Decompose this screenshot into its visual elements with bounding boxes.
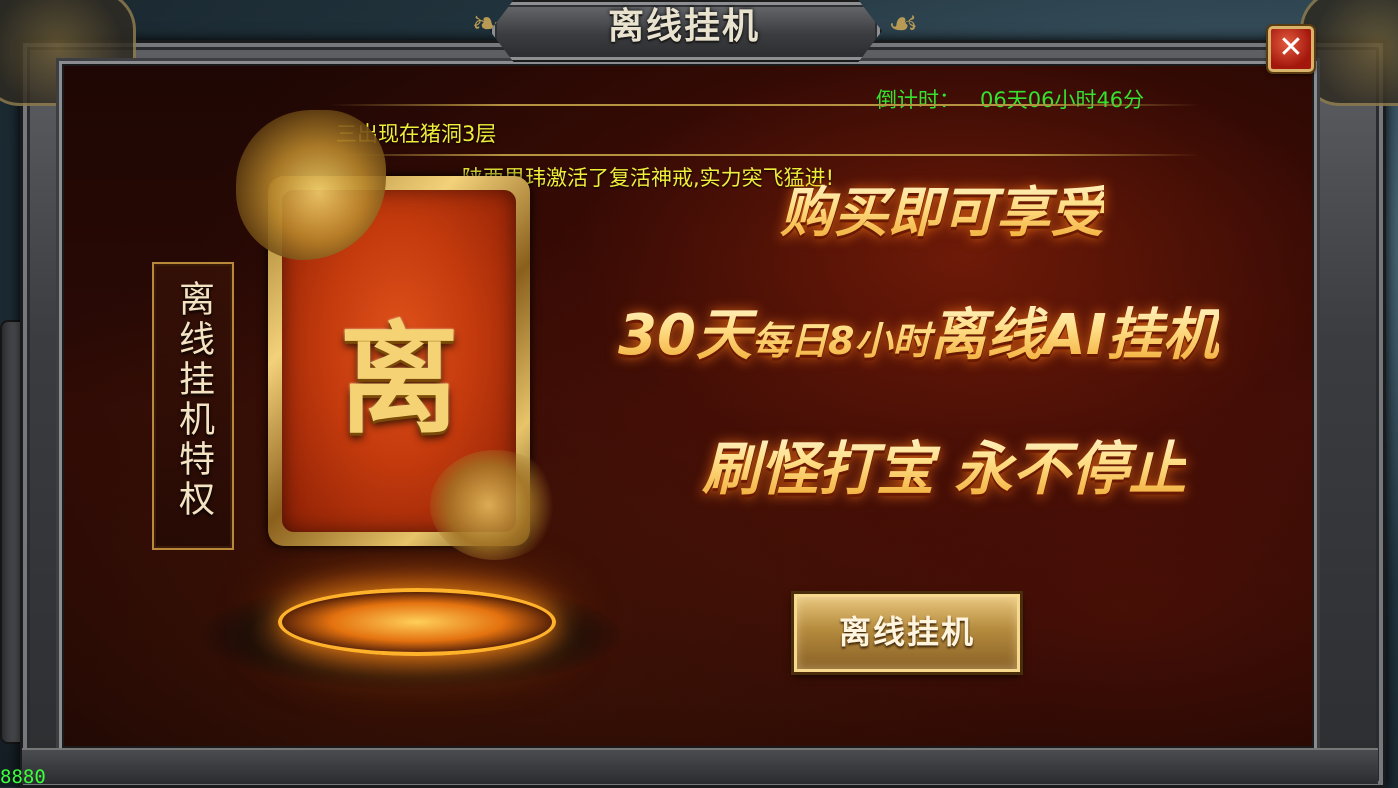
- title-left-ornament: ❧: [471, 4, 501, 44]
- corner-stat: 8880: [0, 766, 46, 788]
- promo-offer-hours: 每日8小时: [751, 319, 931, 363]
- promo-slogan: 刷怪打宝 永不停止: [702, 422, 1186, 506]
- countdown-value: 06天06小时46分: [980, 88, 1145, 112]
- ticker-divider-mid: [330, 154, 1200, 156]
- privilege-card-character: 离: [339, 311, 459, 450]
- privilege-label-box: 离线挂机特权: [152, 262, 234, 550]
- countdown-label: 倒计时：: [876, 88, 960, 112]
- privilege-label: 离线挂机特权: [173, 280, 214, 520]
- promo-headline: 购买即可享受: [780, 168, 1104, 247]
- offline-idle-button[interactable]: 离线挂机: [794, 594, 1020, 672]
- window-title: 离线挂机: [607, 6, 760, 47]
- top-right-dragon-ornament: [1300, 0, 1398, 106]
- countdown-timer: 倒计时： 06天06小时46分: [876, 84, 1144, 114]
- close-button[interactable]: ✕: [1268, 26, 1314, 72]
- ticker-divider-top: [330, 104, 1200, 106]
- glowing-pedestal-ring: [278, 588, 556, 656]
- dragon-tail-icon: [430, 450, 560, 560]
- title-right-ornament: ☙: [888, 4, 919, 44]
- close-icon: ✕: [1278, 30, 1304, 65]
- bottom-frame-bar: [22, 748, 1378, 784]
- promo-offer: 30天每日8小时离线AI挂机: [618, 290, 1219, 371]
- promo-offer-days: 30天: [618, 303, 752, 368]
- promo-offer-feature: 离线AI挂机: [930, 303, 1219, 368]
